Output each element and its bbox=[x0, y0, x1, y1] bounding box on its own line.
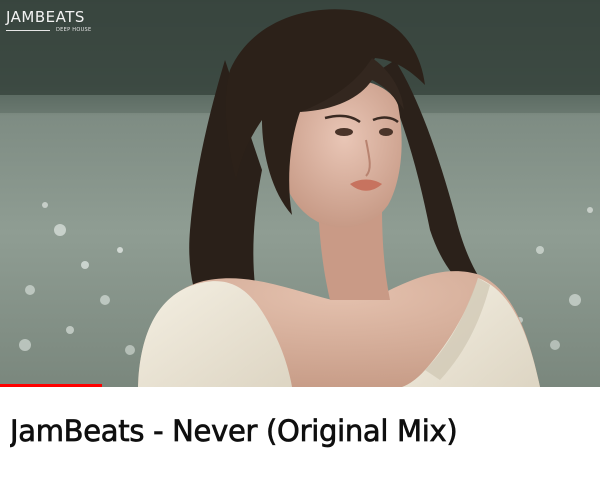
video-thumbnail[interactable]: JAMBEATS DEEP HOUSE bbox=[0, 0, 600, 387]
logo-wordmark: JAMBEATS bbox=[6, 8, 85, 26]
thumbnail-photo bbox=[0, 0, 600, 387]
watch-progress-fill bbox=[0, 384, 102, 387]
logo-divider bbox=[6, 30, 50, 31]
watch-progress-bar bbox=[0, 384, 102, 387]
video-title[interactable]: JamBeats - Never (Original Mix) bbox=[10, 414, 595, 448]
logo-tagline: DEEP HOUSE bbox=[56, 27, 92, 33]
channel-logo: JAMBEATS DEEP HOUSE bbox=[6, 8, 118, 42]
